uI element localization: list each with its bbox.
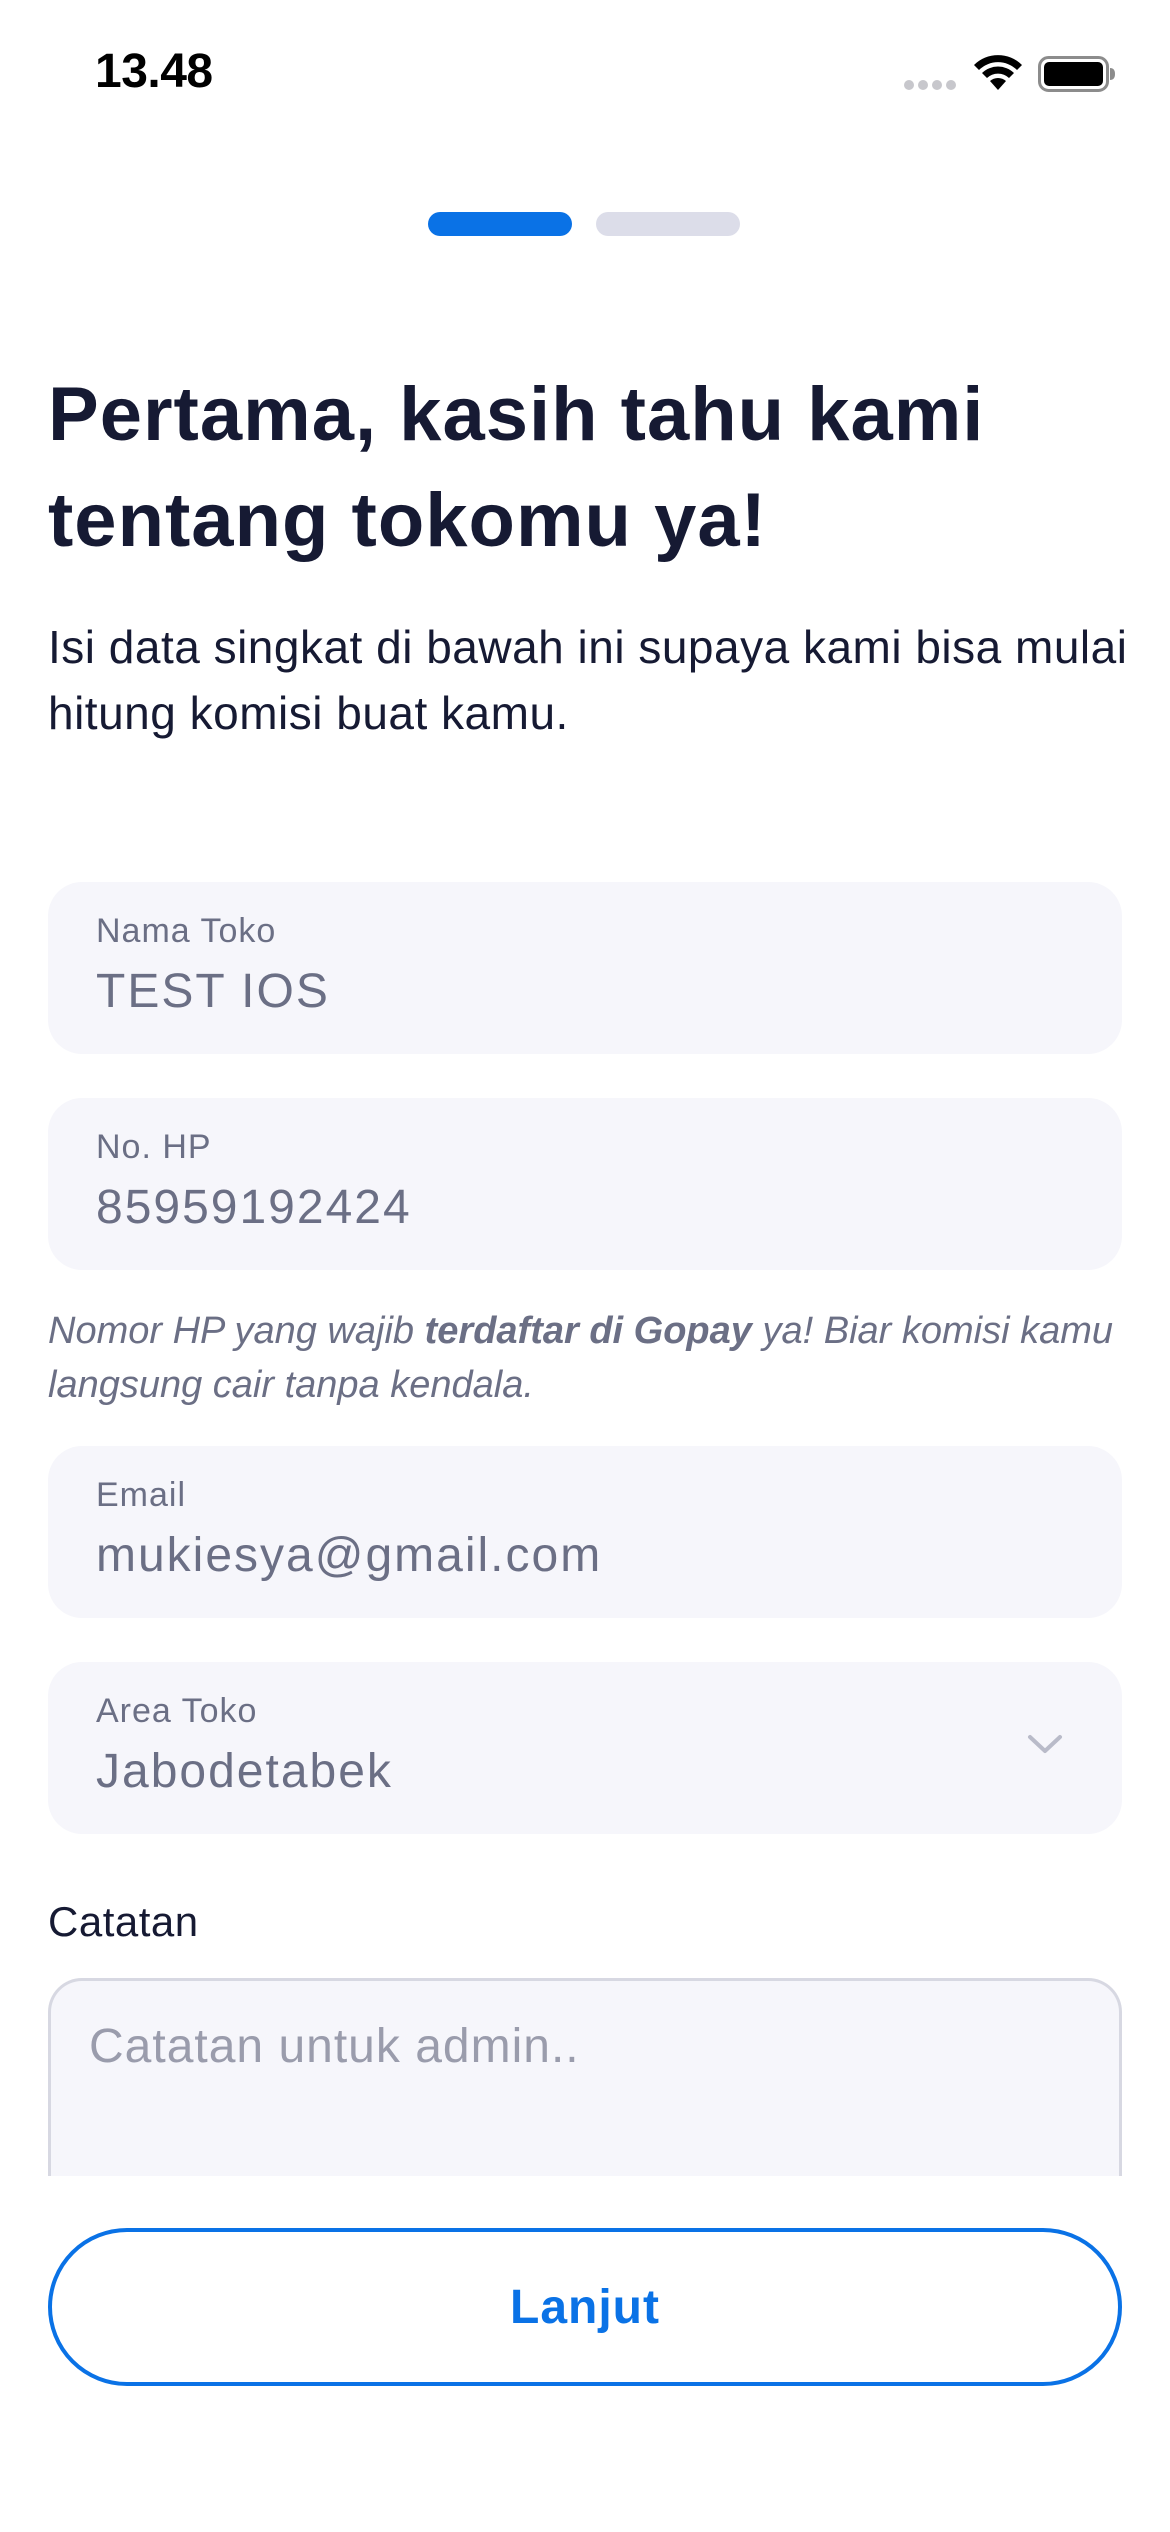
signal-icon xyxy=(904,80,956,90)
area-value[interactable]: Jabodetabek xyxy=(96,1744,996,1799)
phone-value[interactable]: 85959192424 xyxy=(96,1180,996,1235)
chevron-down-icon[interactable] xyxy=(1026,1732,1064,1756)
next-button-label: Lanjut xyxy=(510,2280,660,2334)
email-value[interactable]: mukiesya@gmail.com xyxy=(96,1528,996,1583)
notes-textarea[interactable]: Catatan untuk admin.. xyxy=(48,1978,1122,2178)
notes-label: Catatan xyxy=(48,1898,199,1945)
notes-placeholder: Catatan untuk admin.. xyxy=(89,2020,580,2073)
battery-icon xyxy=(1038,56,1115,92)
wifi-icon xyxy=(974,55,1022,90)
email-field[interactable]: Email mukiesya@gmail.com xyxy=(48,1446,1122,1618)
status-time: 13.48 xyxy=(95,45,213,98)
page-subtitle: Isi data singkat di bawah ini supaya kam… xyxy=(48,621,1128,739)
phone-field[interactable]: No. HP 85959192424 xyxy=(48,1098,1122,1270)
status-bar: 13.48 xyxy=(0,0,1170,150)
phone-label: No. HP xyxy=(96,1128,212,1166)
area-select[interactable]: Area Toko Jabodetabek xyxy=(48,1662,1122,1834)
store-name-label: Nama Toko xyxy=(96,912,277,950)
helper-text-bold: terdaftar di Gopay xyxy=(424,1310,752,1352)
helper-text-before: Nomor HP yang wajib xyxy=(48,1310,425,1352)
next-button[interactable]: Lanjut xyxy=(48,2228,1122,2386)
step-indicator-1 xyxy=(428,212,572,236)
store-info-screen: 13.48 Pertama, kasih tahu kami tentang t… xyxy=(0,0,1170,2532)
bottom-action-area: Lanjut xyxy=(0,2176,1170,2532)
page-title: Pertama, kasih tahu kami tentang tokomu … xyxy=(48,372,985,563)
store-name-value[interactable]: TEST IOS xyxy=(96,964,996,1019)
step-indicator-2 xyxy=(596,212,740,236)
progress-steps xyxy=(428,212,740,236)
email-label: Email xyxy=(96,1476,187,1514)
phone-helper-text: Nomor HP yang wajib terdaftar di Gopay y… xyxy=(48,1304,1138,1412)
area-label: Area Toko xyxy=(96,1692,258,1730)
store-name-field[interactable]: Nama Toko TEST IOS xyxy=(48,882,1122,1054)
